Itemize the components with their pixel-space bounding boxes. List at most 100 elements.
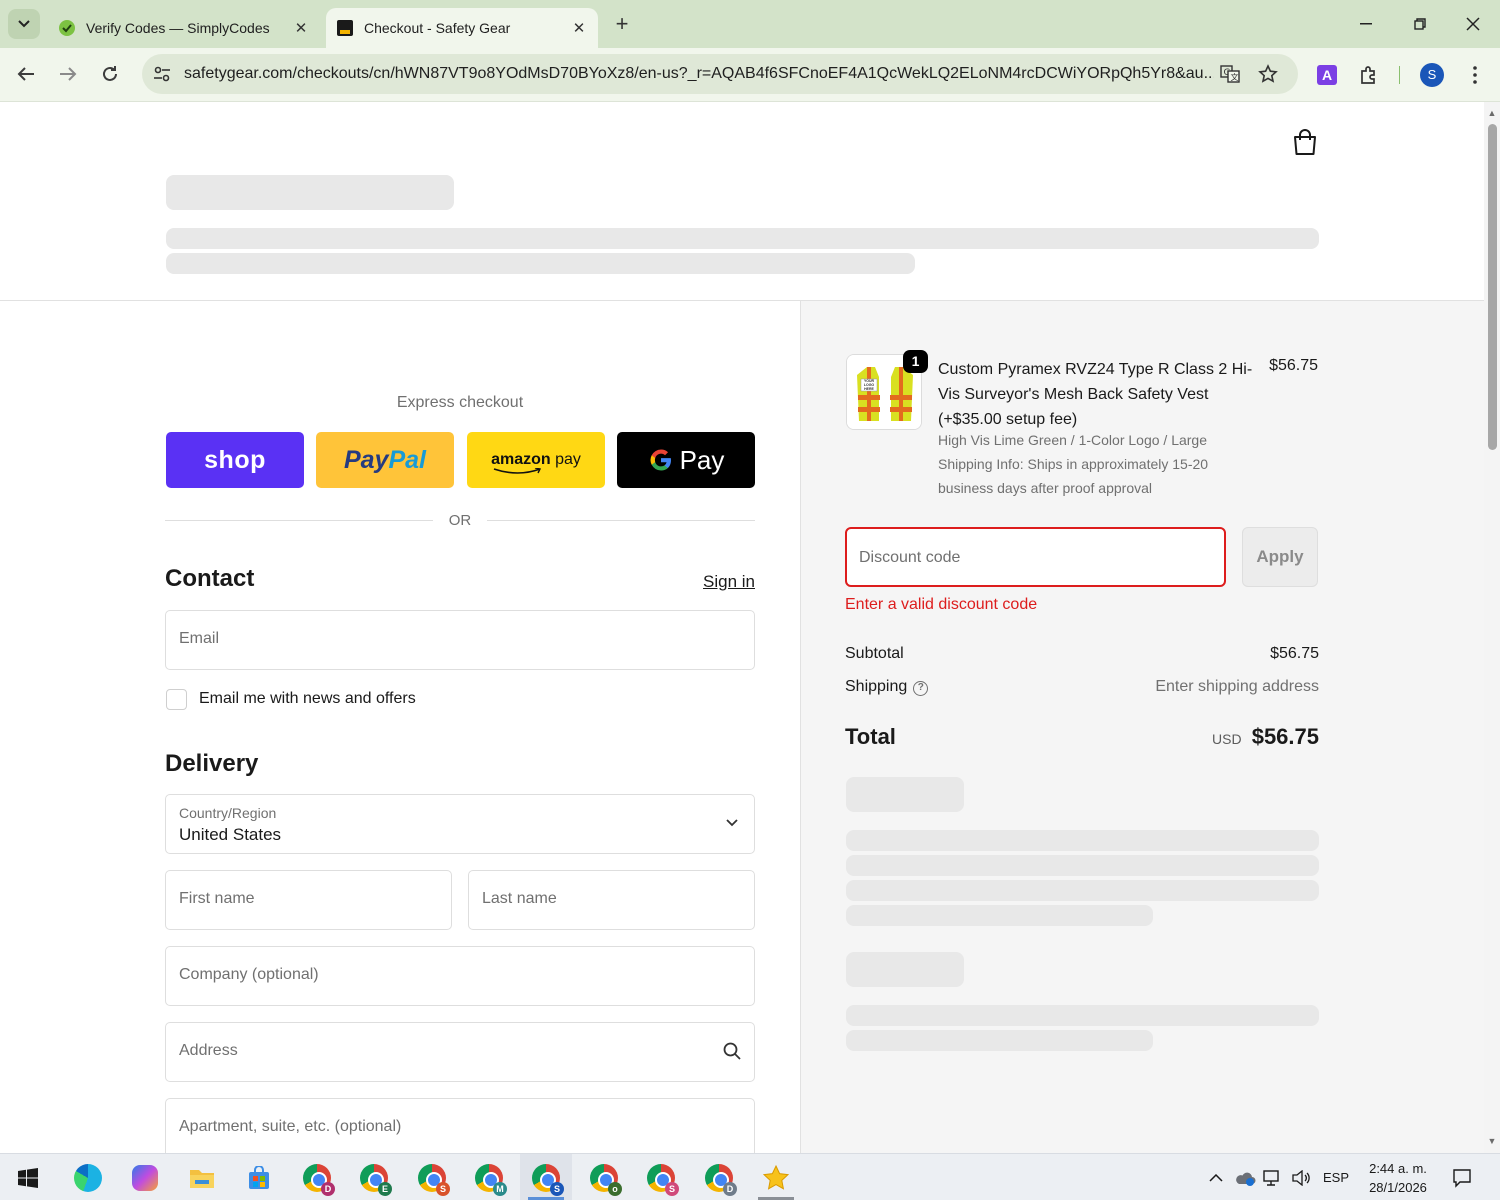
onedrive-tray-icon[interactable]	[1232, 1154, 1258, 1200]
last-name-field[interactable]: Last name	[468, 870, 755, 930]
quantity-badge: 1	[903, 350, 928, 373]
restore-button[interactable]	[1400, 10, 1440, 38]
help-icon[interactable]: ?	[913, 681, 929, 696]
google-pay-label: Pay	[679, 444, 725, 475]
first-name-placeholder: First name	[179, 890, 255, 907]
close-window-button[interactable]	[1453, 10, 1493, 38]
scrollbar-thumb[interactable]	[1488, 124, 1497, 450]
file-explorer-app-icon[interactable]	[176, 1154, 228, 1200]
tab-simplycodes[interactable]: Verify Codes — SimplyCodes ✕	[48, 8, 320, 48]
safetygear-favicon-icon	[336, 19, 354, 37]
folder-icon	[190, 1169, 214, 1188]
language-indicator[interactable]: ESP	[1318, 1154, 1354, 1200]
paypal-button[interactable]: PayPal	[316, 432, 454, 488]
scroll-down-arrow-icon[interactable]: ▼	[1487, 1136, 1497, 1146]
chrome-profile-app[interactable]: S	[406, 1154, 458, 1200]
country-select[interactable]: Country/Region United States	[165, 794, 755, 854]
apply-discount-button[interactable]: Apply	[1242, 527, 1318, 587]
starred-app-icon[interactable]	[750, 1154, 802, 1200]
chrome-profile-app[interactable]: M	[463, 1154, 515, 1200]
newsletter-checkbox[interactable]	[166, 688, 187, 710]
network-tray-icon[interactable]	[1261, 1154, 1285, 1200]
extensions-puzzle-icon[interactable]	[1356, 62, 1382, 88]
scroll-up-arrow-icon[interactable]: ▲	[1487, 108, 1497, 118]
email-placeholder: Email	[179, 630, 220, 647]
discount-code-input[interactable]	[859, 545, 1209, 571]
amazon-logo-part: pay	[555, 451, 581, 468]
arrow-right-icon	[60, 67, 77, 81]
close-tab-icon[interactable]: ✕	[290, 19, 312, 37]
delivery-heading: Delivery	[165, 750, 259, 777]
address-bar[interactable]: safetygear.com/checkouts/cn/hWN87VT9o8YO…	[142, 54, 1298, 94]
chrome-profile-app[interactable]: S	[635, 1154, 687, 1200]
loading-skeleton	[846, 880, 1319, 901]
first-name-field[interactable]: First name	[165, 870, 452, 930]
browser-tab-bar: Verify Codes — SimplyCodes ✕ Checkout - …	[0, 0, 1500, 48]
shipping-row: Shipping? Enter shipping address	[845, 678, 1319, 696]
edge-app-icon[interactable]	[62, 1154, 114, 1200]
bookmark-star-icon[interactable]	[1252, 58, 1284, 90]
discount-code-field[interactable]	[845, 527, 1226, 587]
star-icon	[762, 1164, 790, 1190]
reload-button[interactable]	[94, 58, 126, 90]
loading-skeleton	[846, 1005, 1319, 1026]
system-clock[interactable]: 2:44 a. m. 28/1/2026	[1360, 1159, 1436, 1197]
amazon-smile-icon	[493, 468, 542, 474]
email-field[interactable]: Email	[165, 610, 755, 670]
minimize-icon	[1360, 23, 1372, 25]
store-bag-icon	[249, 1165, 269, 1189]
start-button[interactable]	[2, 1154, 54, 1200]
new-tab-button[interactable]: +	[608, 10, 636, 38]
minimize-button[interactable]	[1346, 10, 1386, 38]
total-amount: $56.75	[1251, 724, 1319, 749]
translate-icon[interactable]: G文	[1214, 58, 1246, 90]
browser-menu-icon[interactable]	[1462, 62, 1488, 88]
notification-icon	[1453, 1168, 1471, 1188]
shopping-bag-icon[interactable]	[1292, 128, 1318, 156]
chrome-profile-app[interactable]: D	[693, 1154, 745, 1200]
search-icon[interactable]	[722, 1041, 742, 1061]
company-field[interactable]: Company (optional)	[165, 946, 755, 1006]
store-app-icon[interactable]	[233, 1154, 285, 1200]
google-pay-button[interactable]: Pay	[617, 432, 755, 488]
amazon-pay-button[interactable]: amazon pay	[467, 432, 605, 488]
tab-search-button[interactable]	[8, 9, 40, 39]
google-g-icon	[650, 449, 671, 471]
country-label: Country/Region	[179, 805, 277, 821]
notifications-button[interactable]	[1446, 1154, 1478, 1200]
chrome-profile-app-active[interactable]: S	[520, 1154, 572, 1200]
back-button[interactable]	[10, 58, 42, 90]
restore-icon	[1414, 18, 1426, 30]
newsletter-row: Email me with news and offers	[166, 687, 416, 711]
chevron-down-icon	[726, 819, 738, 827]
page-scrollbar[interactable]: ▲ ▼	[1484, 102, 1500, 1153]
extension-a-icon[interactable]: A	[1314, 62, 1340, 88]
site-settings-icon[interactable]	[144, 56, 180, 92]
shop-pay-logo: shop	[204, 445, 266, 474]
chrome-icon: S	[418, 1163, 450, 1196]
profile-badge: o	[608, 1181, 622, 1196]
copilot-app-icon[interactable]	[119, 1154, 171, 1200]
paypal-logo: PayPal	[344, 446, 426, 475]
total-currency: USD	[1212, 731, 1242, 747]
address-field[interactable]: Address	[165, 1022, 755, 1082]
copilot-icon	[132, 1164, 158, 1191]
or-divider: OR	[165, 512, 755, 532]
tab-checkout[interactable]: Checkout - Safety Gear ✕	[326, 8, 598, 48]
chrome-icon: D	[303, 1163, 335, 1196]
chrome-profile-app[interactable]: E	[348, 1154, 400, 1200]
paypal-logo-part: Pal	[388, 445, 426, 474]
apartment-field[interactable]: Apartment, suite, etc. (optional)	[165, 1098, 755, 1153]
chrome-profile-app[interactable]: D	[291, 1154, 343, 1200]
product-details: High Vis Lime Green / 1-Color Logo / Lar…	[938, 428, 1228, 500]
sign-in-link[interactable]: Sign in	[690, 572, 755, 592]
shop-pay-button[interactable]: shop	[166, 432, 304, 488]
url-text: safetygear.com/checkouts/cn/hWN87VT9o8YO…	[184, 65, 1214, 82]
forward-button[interactable]	[52, 58, 84, 90]
svg-text:文: 文	[1231, 72, 1239, 82]
close-tab-icon[interactable]: ✕	[568, 19, 590, 37]
show-hidden-icons-button[interactable]	[1204, 1154, 1228, 1200]
profile-avatar[interactable]: S	[1419, 62, 1445, 88]
chrome-profile-app[interactable]: o	[578, 1154, 630, 1200]
volume-tray-icon[interactable]	[1289, 1154, 1313, 1200]
